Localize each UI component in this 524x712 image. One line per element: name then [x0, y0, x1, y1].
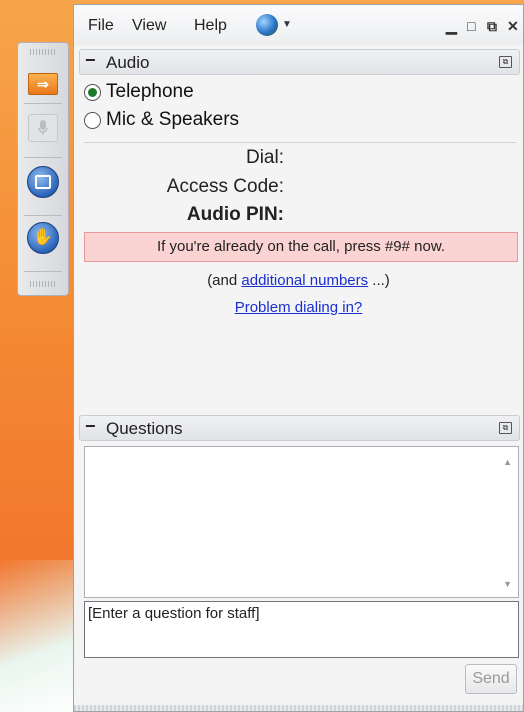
toolbar-grip-bottom[interactable]	[30, 281, 56, 287]
problem-dialing-line: Problem dialing in?	[74, 299, 523, 316]
show-panel-button[interactable]: ⇒	[27, 69, 59, 99]
collapse-questions-icon[interactable]: −	[85, 417, 98, 435]
telephone-label: Telephone	[106, 81, 194, 102]
audio-divider	[84, 142, 516, 143]
send-button[interactable]: Send	[465, 664, 517, 694]
menu-file[interactable]: File	[88, 17, 114, 35]
audio-panel-title: Audio	[106, 53, 150, 72]
popout-audio-icon[interactable]: ⧉	[499, 56, 512, 68]
audio-panel-header: − Audio ⧉	[79, 49, 520, 75]
window-bottom-edge	[74, 705, 523, 711]
toolbar-separator	[24, 215, 62, 216]
close-icon[interactable]: ✕	[507, 19, 519, 33]
mic-speakers-option[interactable]: Mic & Speakers	[84, 109, 239, 131]
audio-pin-label: Audio PIN:	[186, 204, 284, 225]
additional-prefix: (and	[207, 272, 242, 289]
popout-questions-icon[interactable]: ⧉	[499, 422, 512, 434]
question-input[interactable]: [Enter a question for staff]	[84, 601, 519, 658]
additional-suffix: ...)	[368, 272, 390, 289]
access-code-label: Access Code:	[166, 176, 284, 197]
raise-hand-button[interactable]: ✋	[27, 222, 59, 254]
arrow-icon: ⇒	[28, 73, 58, 95]
microphone-button[interactable]	[27, 113, 59, 143]
globe-icon[interactable]	[256, 14, 278, 36]
stop-share-button[interactable]	[27, 166, 59, 198]
chevron-down-icon[interactable]: ▼	[282, 19, 292, 30]
scroll-up-icon[interactable]: ▲	[503, 457, 512, 467]
collapse-audio-icon[interactable]: −	[85, 51, 98, 69]
additional-numbers-line: (and additional numbers ...)	[74, 272, 523, 289]
scroll-down-icon[interactable]: ▼	[503, 579, 512, 589]
radio-unchecked-icon[interactable]	[84, 111, 101, 129]
menu-view[interactable]: View	[132, 17, 166, 35]
problem-dialing-link[interactable]: Problem dialing in?	[235, 299, 363, 316]
stop-share-icon	[27, 166, 59, 198]
raise-hand-icon: ✋	[27, 222, 59, 254]
questions-log[interactable]: ▲ ▼	[84, 446, 519, 598]
control-toolbar: ⇒ ✋	[17, 42, 69, 296]
desktop-corner	[0, 560, 80, 712]
menu-bar: File View Help ▼ ▁ □ ⧉ ✕	[74, 5, 523, 45]
questions-panel-title: Questions	[106, 419, 183, 438]
popout-icon[interactable]: ⧉	[487, 19, 497, 33]
toolbar-separator	[24, 271, 62, 272]
restore-icon[interactable]: □	[467, 19, 475, 33]
control-panel-window: File View Help ▼ ▁ □ ⧉ ✕ − Audio ⧉ Telep…	[73, 4, 524, 712]
radio-checked-icon[interactable]	[84, 83, 101, 101]
mic-speakers-label: Mic & Speakers	[106, 109, 240, 130]
microphone-icon	[28, 114, 58, 142]
additional-numbers-link[interactable]: additional numbers	[241, 272, 368, 289]
call-notice: If you're already on the call, press #9#…	[84, 232, 518, 262]
toolbar-separator	[24, 103, 62, 104]
menu-help[interactable]: Help	[194, 17, 227, 35]
dial-label: Dial:	[245, 147, 284, 168]
telephone-option[interactable]: Telephone	[84, 81, 194, 103]
questions-panel-header: − Questions ⧉	[79, 415, 520, 441]
toolbar-separator	[24, 157, 62, 158]
toolbar-grip-top[interactable]	[30, 49, 56, 55]
minimize-icon[interactable]: ▁	[446, 19, 457, 33]
